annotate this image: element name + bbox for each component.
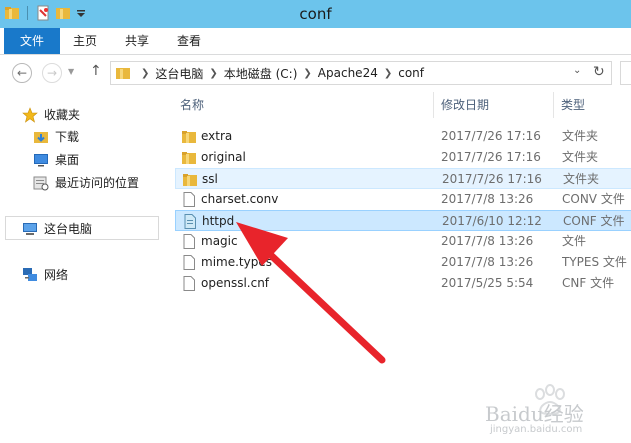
computer-icon — [23, 222, 37, 235]
file-date: 2017/7/26 17:16 — [442, 172, 542, 186]
nav-recent-label: 最近访问的位置 — [55, 176, 140, 190]
nav-recent-places[interactable]: 最近访问的位置 — [33, 174, 139, 191]
download-folder-icon — [34, 131, 48, 143]
file-type: CONV 文件 — [562, 192, 625, 206]
recent-places-icon — [33, 176, 49, 190]
file-type: 文件 — [562, 234, 587, 248]
chevron-right-icon: ❯ — [141, 67, 150, 79]
nav-network[interactable]: 网络 — [22, 266, 68, 283]
file-type: CNF 文件 — [562, 276, 615, 290]
chevron-right-icon[interactable]: ❯ — [303, 68, 311, 79]
back-button[interactable]: ← — [12, 63, 32, 83]
file-date: 2017/7/26 17:16 — [441, 129, 541, 143]
nav-favorites[interactable]: 收藏夹 — [22, 106, 80, 123]
file-row-selected[interactable]: httpd 2017/6/10 12:12 CONF 文件 — [175, 210, 631, 231]
address-bar[interactable]: ❯ 这台电脑 ❯ 本地磁盘 (C:) ❯ Apache24 ❯ conf ⌄ ↻ — [110, 61, 612, 85]
file-name: charset.conv — [201, 192, 279, 206]
window-title: conf — [299, 5, 332, 23]
file-row[interactable]: extra 2017/7/26 17:16 文件夹 — [175, 126, 631, 147]
nav-favorites-label: 收藏夹 — [44, 108, 81, 122]
file-date: 2017/7/8 13:26 — [441, 255, 534, 269]
file-name: original — [201, 150, 246, 164]
chevron-right-icon[interactable]: ❯ — [209, 68, 217, 79]
baidu-jingyan-watermark: Baidu经验 jingyan.baidu.com — [480, 380, 625, 440]
chevron-down-icon: ⌄ — [573, 65, 582, 76]
file-row[interactable]: magic 2017/7/8 13:26 文件 — [175, 231, 631, 252]
breadcrumb-local-disk[interactable]: 本地磁盘 (C:) — [224, 65, 298, 82]
tab-file[interactable]: 文件 — [4, 28, 60, 54]
file-type: CONF 文件 — [563, 214, 625, 228]
file-type: 文件夹 — [563, 172, 600, 186]
title-bar: conf — [0, 0, 631, 28]
breadcrumb-apache24[interactable]: Apache24 — [318, 66, 378, 80]
file-date: 2017/6/10 12:12 — [442, 214, 542, 228]
network-icon — [23, 267, 37, 281]
nav-this-pc[interactable]: 这台电脑 — [22, 220, 92, 237]
nav-network-label: 网络 — [44, 268, 69, 282]
file-type: TYPES 文件 — [562, 255, 627, 269]
folder-icon — [183, 174, 197, 186]
column-divider[interactable] — [553, 92, 554, 118]
arrow-right-icon: → — [46, 66, 58, 80]
recent-locations-dropdown[interactable]: ▼ — [68, 67, 74, 76]
folder-icon — [182, 152, 196, 164]
tab-home[interactable]: 主页 — [62, 28, 108, 54]
file-name: extra — [201, 129, 233, 143]
file-icon — [183, 234, 195, 249]
file-name: httpd — [202, 214, 235, 228]
file-row[interactable]: original 2017/7/26 17:16 文件夹 — [175, 147, 631, 168]
forward-button[interactable]: → — [42, 63, 62, 83]
file-name: magic — [201, 234, 238, 248]
breadcrumb-conf[interactable]: conf — [398, 66, 424, 80]
file-date: 2017/7/8 13:26 — [441, 234, 534, 248]
file-row[interactable]: ssl 2017/7/26 17:16 文件夹 — [175, 168, 631, 189]
search-box[interactable] — [620, 61, 631, 85]
conf-file-icon — [184, 214, 196, 229]
file-icon — [183, 276, 195, 291]
file-icon — [183, 255, 195, 270]
chevron-right-icon[interactable]: ❯ — [384, 68, 392, 79]
column-header-name[interactable]: 名称 — [180, 92, 204, 118]
nav-downloads[interactable]: 下载 — [33, 128, 79, 145]
address-dropdown-button[interactable]: ⌄ — [573, 65, 581, 76]
star-icon — [22, 106, 38, 123]
tab-view[interactable]: 查看 — [166, 28, 212, 54]
arrow-up-icon: ↑ — [90, 63, 102, 79]
file-row[interactable]: openssl.cnf 2017/5/25 5:54 CNF 文件 — [175, 273, 631, 294]
refresh-icon: ↻ — [593, 64, 605, 80]
file-name: openssl.cnf — [201, 276, 270, 290]
navigation-pane: 收藏夹 下载 桌面 最近访问的位置 这台电脑 网络 — [0, 92, 170, 443]
tab-share[interactable]: 共享 — [114, 28, 160, 54]
arrow-left-icon: ← — [16, 66, 28, 80]
file-row[interactable]: mime.types 2017/7/8 13:26 TYPES 文件 — [175, 252, 631, 273]
watermark-url: jingyan.baidu.com — [490, 424, 583, 435]
file-date: 2017/7/8 13:26 — [441, 192, 534, 206]
file-row[interactable]: charset.conv 2017/7/8 13:26 CONV 文件 — [175, 189, 631, 210]
file-name: ssl — [202, 172, 218, 186]
nav-desktop-label: 桌面 — [55, 153, 80, 167]
file-date: 2017/7/26 17:16 — [441, 150, 541, 164]
file-type: 文件夹 — [562, 129, 599, 143]
folder-icon — [182, 131, 196, 143]
column-divider[interactable] — [433, 92, 434, 118]
file-date: 2017/5/25 5:54 — [441, 276, 534, 290]
ribbon: 文件 主页 共享 查看 — [0, 28, 631, 55]
folder-icon — [116, 68, 130, 79]
up-button[interactable]: ↑ — [90, 63, 102, 79]
desktop-icon — [34, 153, 48, 166]
column-header-type[interactable]: 类型 — [561, 92, 585, 118]
navigation-bar: ← → ▼ ↑ ❯ 这台电脑 ❯ 本地磁盘 (C:) ❯ Apache24 ❯ … — [0, 55, 631, 91]
file-icon — [183, 192, 195, 207]
nav-desktop[interactable]: 桌面 — [33, 151, 79, 168]
nav-this-pc-label: 这台电脑 — [44, 222, 93, 236]
file-type: 文件夹 — [562, 150, 599, 164]
breadcrumb-this-pc[interactable]: 这台电脑 — [155, 65, 203, 82]
watermark-text: Baidu经验 — [485, 402, 584, 426]
chevron-down-icon: ▼ — [68, 67, 75, 76]
file-name: mime.types — [201, 255, 272, 269]
nav-downloads-label: 下载 — [55, 130, 80, 144]
column-header-date[interactable]: 修改日期 — [441, 92, 489, 118]
refresh-button[interactable]: ↻ — [593, 64, 605, 80]
